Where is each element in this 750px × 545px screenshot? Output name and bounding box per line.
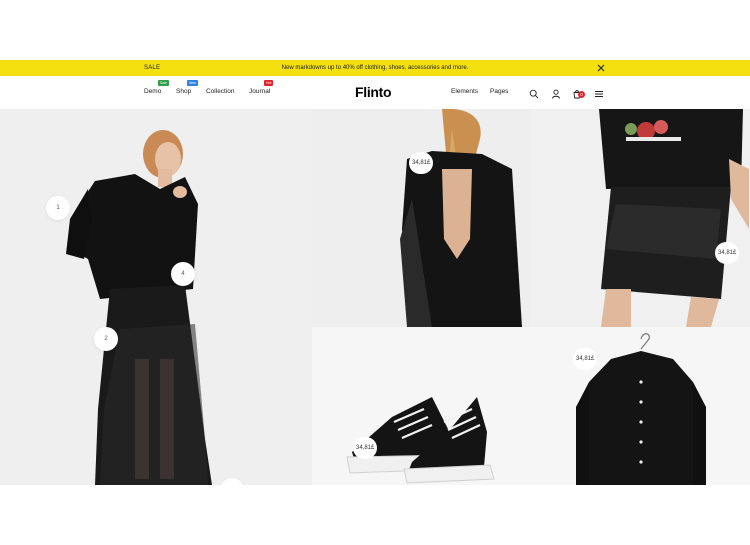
hero-tile-tshirt-skirt[interactable]: 34,81£ xyxy=(531,109,750,327)
close-icon[interactable] xyxy=(596,63,606,73)
hotspot-1[interactable]: 1 xyxy=(46,196,70,220)
black-jacket-image xyxy=(531,327,750,485)
nav-item-shop[interactable]: Shop New xyxy=(176,80,199,95)
hero-tile-lace-back-dress[interactable]: 34,81£ xyxy=(312,109,531,327)
nav-item-collection[interactable]: Collection xyxy=(206,88,235,95)
nav-item-demo[interactable]: Demo Sale xyxy=(144,80,170,95)
site-header: Demo Sale Shop New Collection Journal Ho… xyxy=(0,76,750,109)
hero-tile-sneakers[interactable]: 34,81£ xyxy=(312,327,531,485)
page: SALE New markdowns up to 40% off clothin… xyxy=(0,0,750,545)
lace-back-dress-image xyxy=(312,109,531,327)
nav-item-label: Journal xyxy=(249,88,271,95)
hot-badge: Hot xyxy=(264,80,274,86)
nav-item-label: Shop xyxy=(176,88,192,95)
nav-item-journal[interactable]: Journal Hot xyxy=(249,80,274,95)
search-icon[interactable] xyxy=(529,86,539,99)
site-logo[interactable]: Flinto xyxy=(355,84,392,100)
sale-badge: Sale xyxy=(158,80,170,86)
hero-tile-model-lace-dress[interactable]: 1 2 4 xyxy=(0,109,312,485)
nav-item-label: Demo xyxy=(144,88,162,95)
price-tag[interactable]: 34,81£ xyxy=(715,242,740,264)
price-tag[interactable]: 34,81£ xyxy=(573,348,598,370)
new-badge: New xyxy=(187,80,199,86)
announcement-message[interactable]: New markdowns up to 40% off clothing, sh… xyxy=(0,65,750,71)
hotspot-4[interactable]: 4 xyxy=(171,262,195,286)
nav-item-label: Collection xyxy=(206,88,235,95)
price-tag[interactable]: 34,81£ xyxy=(353,437,378,459)
sneakers-image xyxy=(312,327,531,485)
user-icon[interactable] xyxy=(551,86,561,99)
model-lace-dress-image xyxy=(0,109,312,485)
hero-tile-jacket[interactable]: 34,81£ xyxy=(531,327,750,485)
tshirt-skirt-image xyxy=(531,109,750,327)
nav-item-elements[interactable]: Elements xyxy=(451,88,478,95)
announcement-bar: SALE New markdowns up to 40% off clothin… xyxy=(0,60,750,76)
cart-count-badge: 0 xyxy=(578,91,585,98)
price-tag[interactable]: 34,81£ xyxy=(409,152,434,174)
nav-item-pages[interactable]: Pages xyxy=(490,88,508,95)
menu-icon[interactable] xyxy=(594,86,604,97)
hotspot-2[interactable]: 2 xyxy=(94,327,118,351)
